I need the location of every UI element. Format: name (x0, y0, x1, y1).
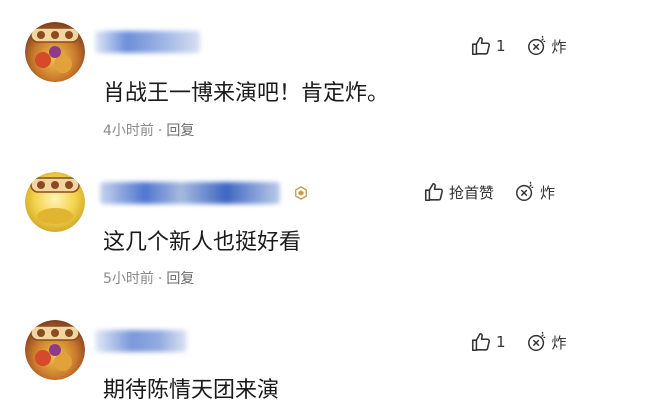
bomb-button[interactable]: 炸 (526, 331, 567, 353)
comment-meta: 4小时前 · 回复 (103, 120, 194, 140)
bomb-label: 炸 (540, 183, 556, 202)
reply-link[interactable]: 回复 (166, 271, 194, 287)
comment-actions: 抢首赞 炸 (423, 180, 555, 204)
bomb-label: 炸 (551, 333, 567, 352)
badge-icon (295, 186, 307, 200)
meta-separator: · (157, 271, 163, 287)
like-button[interactable]: 抢首赞 (423, 181, 494, 203)
avatar[interactable] (25, 320, 85, 380)
bomb-icon (527, 331, 545, 351)
bomb-button[interactable]: 炸 (514, 181, 555, 203)
like-button[interactable]: 1 (470, 331, 506, 353)
comment-item-1: 1 炸 肖战王一博来演吧！肯定炸。 4小时前 · 回复 (0, 0, 668, 150)
comment-item-3: 1 炸 期待陈情天团来演 (0, 300, 668, 412)
like-button[interactable]: 1 (470, 35, 506, 57)
avatar-image (25, 320, 85, 380)
thumbs-up-icon (471, 36, 490, 56)
like-count: 1 (496, 333, 506, 351)
bomb-icon (527, 35, 545, 55)
username-blurred[interactable] (95, 324, 195, 352)
comment-time: 4小时前 (103, 123, 154, 139)
reply-link[interactable]: 回复 (166, 123, 194, 139)
bomb-button[interactable]: 炸 (526, 35, 567, 57)
meta-separator: · (157, 123, 163, 139)
avatar[interactable] (25, 22, 85, 82)
thumbs-up-icon (471, 332, 490, 352)
comment-actions: 1 炸 (470, 34, 567, 58)
comment-item-2: 抢首赞 炸 这几个新人也挺好看 5小时前 · 回复 (0, 150, 668, 300)
comment-text: 肖战王一博来演吧！肯定炸。 (103, 81, 390, 106)
avatar-image (25, 22, 85, 82)
avatar-image (25, 172, 85, 232)
comment-actions: 1 炸 (470, 330, 567, 354)
comment-text: 期待陈情天团来演 (103, 378, 280, 403)
like-count: 1 (496, 37, 506, 55)
like-label: 抢首赞 (449, 183, 495, 202)
avatar[interactable] (25, 172, 85, 232)
username-blurred[interactable] (95, 25, 215, 55)
comment-text: 这几个新人也挺好看 (103, 230, 302, 255)
thumbs-up-icon (424, 182, 443, 202)
username-blurred[interactable] (100, 178, 290, 206)
bomb-icon (516, 181, 534, 201)
comment-time: 5小时前 (103, 271, 154, 287)
comment-meta: 5小时前 · 回复 (103, 268, 194, 288)
bomb-label: 炸 (551, 37, 567, 56)
